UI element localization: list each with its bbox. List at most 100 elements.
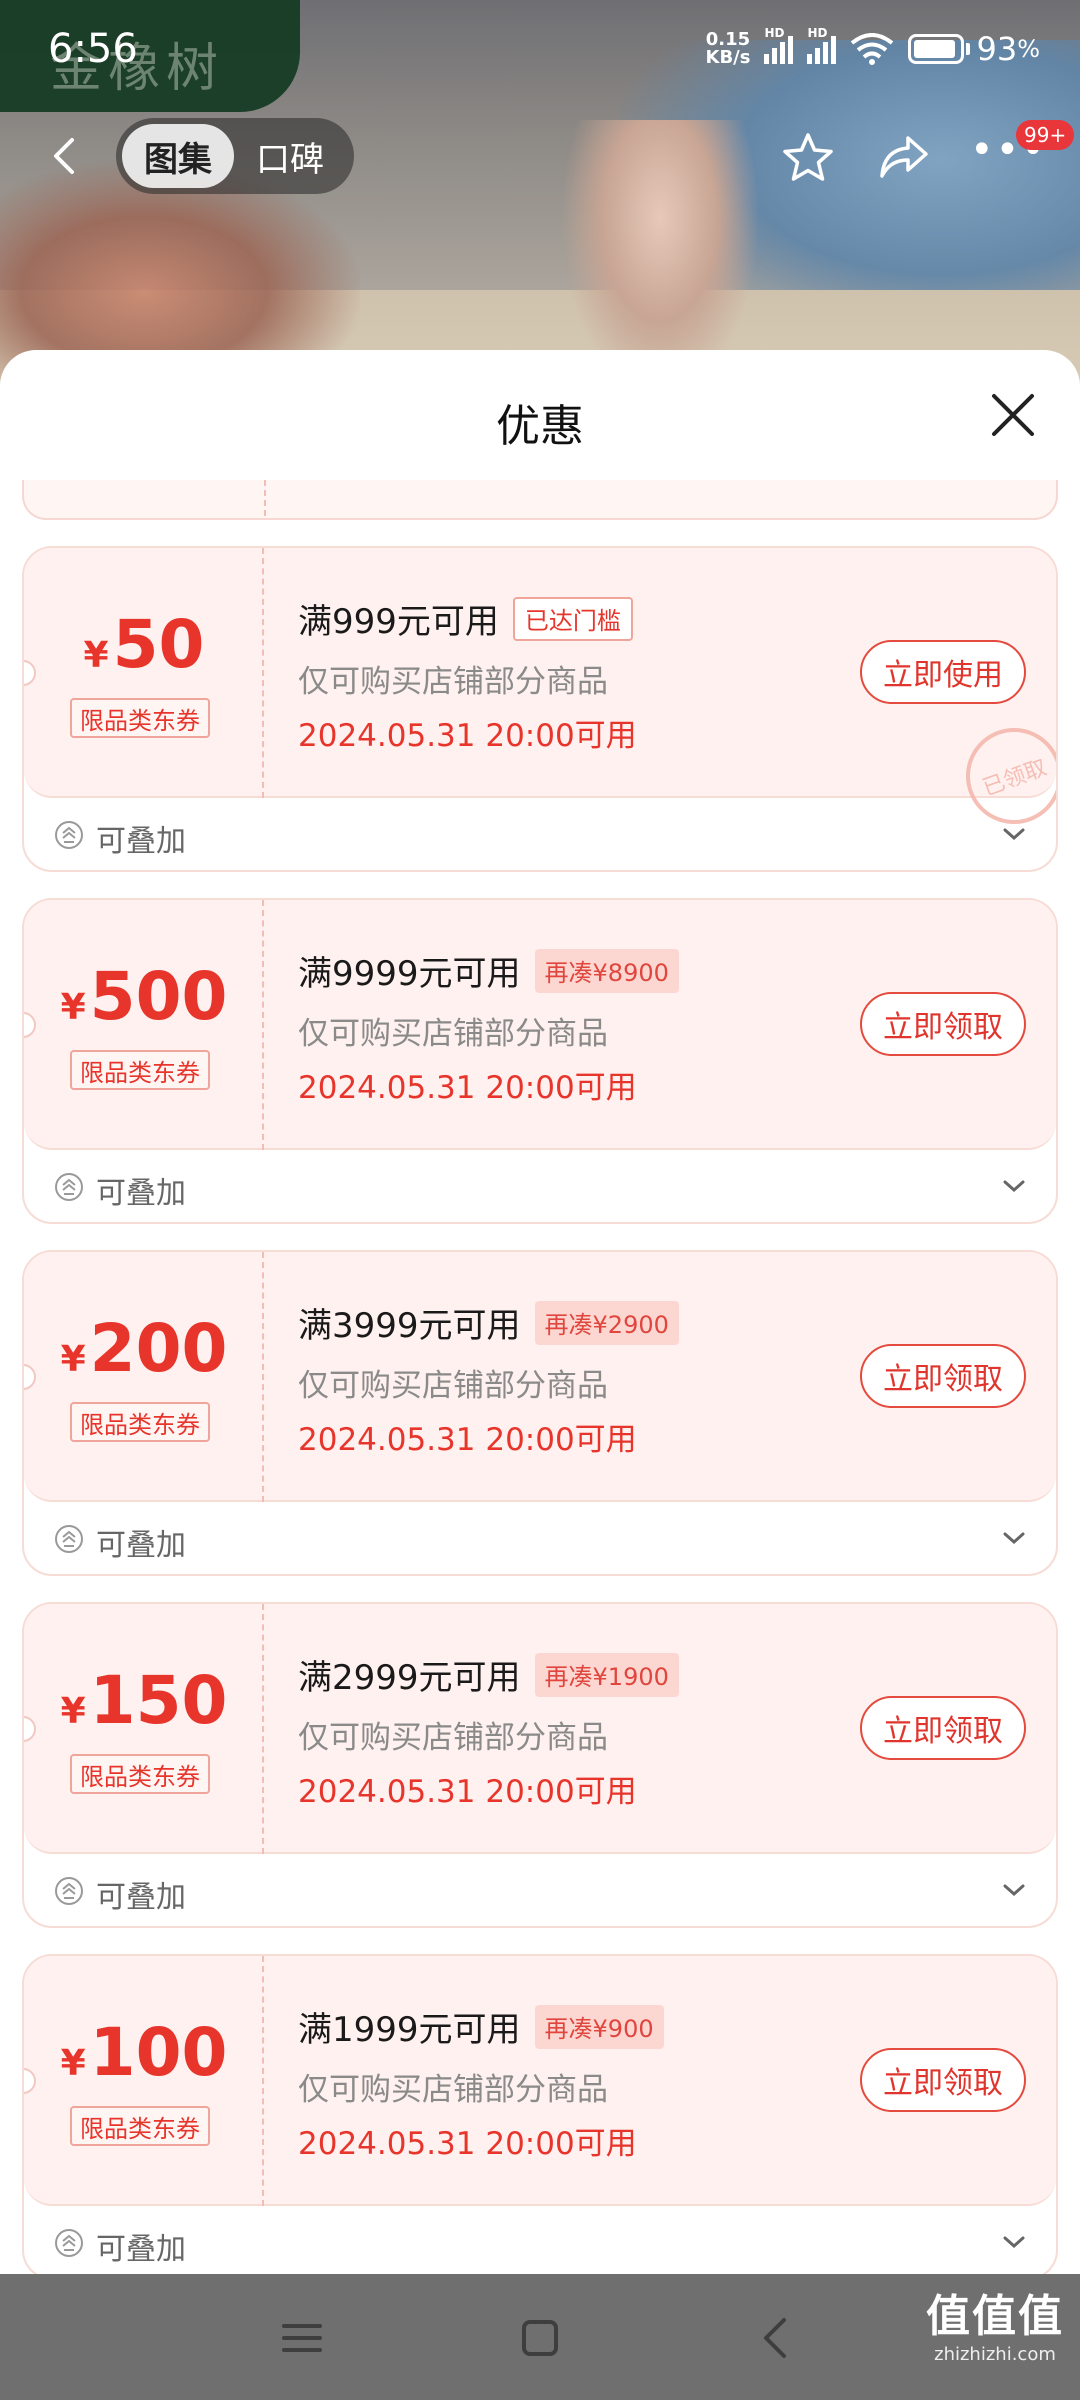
coupon-type-tag: 限品类东券 [70,1050,210,1090]
amount-value: 100 [89,2014,228,2091]
star-icon[interactable] [780,130,836,186]
claim-now-button[interactable]: 立即领取 [860,992,1026,1056]
coupon-amount: ¥150 [24,1662,264,1739]
stack-icon [55,1877,83,1905]
chevron-down-icon[interactable] [1002,1880,1026,1900]
chevron-down-icon[interactable] [1002,2232,1026,2252]
chevron-down-icon[interactable] [1002,824,1026,844]
battery-percent: 93 [976,30,1018,68]
menu-icon[interactable] [278,2314,326,2362]
stack-icon [55,1173,83,1201]
coupon-main: ¥100 限品类东券 满1999元可用 再凑¥900 仅可购买店铺部分商品 20… [24,1956,1056,2206]
stack-icon [55,1525,83,1553]
coupon-amount: ¥500 [24,958,264,1035]
stack-icon [55,2229,83,2257]
claim-now-button[interactable]: 立即领取 [860,1344,1026,1408]
coupon-description: 仅可购买店铺部分商品 [298,1720,608,1756]
signal-icon-2: HD [807,26,837,64]
system-back-icon[interactable] [752,2314,800,2362]
stack-label: 可叠加 [96,1880,186,1915]
claim-now-button[interactable]: 立即领取 [860,2048,1026,2112]
claim-now-button[interactable]: 立即领取 [860,1696,1026,1760]
tab-reviews[interactable]: 口碑 [234,124,346,188]
coupon-amount: ¥200 [24,1310,264,1387]
currency-symbol: ¥ [60,987,86,1028]
coupon-valid-time: 2024.05.31 20:00可用 [298,1422,637,1458]
tab-gallery[interactable]: 图集 [122,124,234,188]
coupon-card: ¥200 限品类东券 满3999元可用 再凑¥2900 仅可购买店铺部分商品 2… [22,1250,1058,1576]
coupon-description: 仅可购买店铺部分商品 [298,2072,608,2108]
chevron-down-icon[interactable] [1002,1176,1026,1196]
signal-icon: HD [764,26,794,64]
coupon-card-partial [22,480,1058,520]
system-nav-bar: 值值值 zhizhizhi.com [0,2274,1080,2400]
status-time: 6:56 [48,26,138,72]
coupon-type-tag: 限品类东券 [70,2106,210,2146]
share-icon[interactable] [876,132,932,184]
coupon-value-area: ¥100 限品类东券 [24,1956,264,2206]
use-now-button[interactable]: 立即使用 [860,640,1026,704]
back-icon[interactable] [44,134,88,178]
signal-hd-label-2: HD [807,26,828,40]
tab-switcher: 图集 口碑 [116,118,354,194]
stack-label: 可叠加 [96,1528,186,1563]
stack-icon [55,821,83,849]
sheet-title: 优惠 [496,401,584,452]
coupon-list: ¥50 限品类东券 满999元可用 已达门槛 仅可购买店铺部分商品 2024.0… [22,480,1058,2274]
coupon-footer[interactable]: 可叠加 [24,1854,1056,1926]
status-indicators: 0.15 KB/s HD HD 93 % [706,26,1041,68]
coupon-condition: 满1999元可用 再凑¥900 [298,2002,664,2051]
condition-text: 满2999元可用 [298,1658,521,1698]
coupon-main: ¥150 限品类东券 满2999元可用 再凑¥1900 仅可购买店铺部分商品 2… [24,1604,1056,1854]
coupon-amount: ¥50 [24,606,264,683]
coupon-footer[interactable]: 可叠加 [24,2206,1056,2274]
battery-icon: 93 % [908,30,1040,68]
condition-text: 满3999元可用 [298,1306,521,1346]
condition-tag: 再凑¥8900 [534,948,679,993]
coupon-type-tag: 限品类东券 [70,1402,210,1442]
coupon-main: ¥500 限品类东券 满9999元可用 再凑¥8900 仅可购买店铺部分商品 2… [24,900,1056,1150]
home-icon[interactable] [516,2314,564,2362]
amount-value: 500 [89,958,228,1035]
currency-symbol: ¥ [60,1691,86,1732]
coupon-value-area: ¥500 限品类东券 [24,900,264,1150]
coupon-condition: 满999元可用 已达门槛 [298,594,633,643]
coupon-valid-time: 2024.05.31 20:00可用 [298,718,637,754]
coupon-footer[interactable]: 可叠加 [24,1150,1056,1222]
condition-tag: 再凑¥1900 [534,1652,679,1697]
watermark-sub: zhizhizhi.com [934,2344,1056,2365]
coupon-description: 仅可购买店铺部分商品 [298,1368,608,1404]
currency-symbol: ¥ [60,1339,86,1380]
coupon-condition: 满2999元可用 再凑¥1900 [298,1650,679,1699]
close-icon[interactable] [988,390,1038,440]
coupon-type-tag: 限品类东券 [70,1754,210,1794]
coupon-main: ¥50 限品类东券 满999元可用 已达门槛 仅可购买店铺部分商品 2024.0… [24,548,1056,838]
wifi-icon [851,33,894,65]
sheet-header: 优惠 [0,350,1080,480]
coupon-condition: 满9999元可用 再凑¥8900 [298,946,679,995]
condition-tag: 再凑¥900 [534,2004,664,2049]
watermark-main: 值值值 [926,2291,1064,2342]
coupon-condition: 满3999元可用 再凑¥2900 [298,1298,679,1347]
status-bar: 6:56 0.15 KB/s HD HD 93 % [0,0,1080,100]
coupon-card: ¥500 限品类东券 满9999元可用 再凑¥8900 仅可购买店铺部分商品 2… [22,898,1058,1224]
coupon-description: 仅可购买店铺部分商品 [298,1016,608,1052]
coupon-card: ¥150 限品类东券 满2999元可用 再凑¥1900 仅可购买店铺部分商品 2… [22,1602,1058,1928]
condition-tag: 再凑¥2900 [534,1300,679,1345]
coupon-amount: ¥100 [24,2014,264,2091]
stack-label: 可叠加 [96,2232,186,2267]
stack-label: 可叠加 [96,824,186,859]
coupon-footer[interactable]: 可叠加 [24,798,1056,870]
notification-badge: 99+ [1016,120,1075,150]
chevron-down-icon[interactable] [1002,1528,1026,1548]
battery-percent-unit: % [1017,35,1040,63]
coupon-card: ¥100 限品类东券 满1999元可用 再凑¥900 仅可购买店铺部分商品 20… [22,1954,1058,2274]
signal-hd-label: HD [764,26,785,40]
coupon-card: ¥50 限品类东券 满999元可用 已达门槛 仅可购买店铺部分商品 2024.0… [22,546,1058,872]
condition-tag: 已达门槛 [512,596,633,641]
coupon-value-area: ¥50 限品类东券 [24,548,264,798]
amount-value: 50 [112,606,205,683]
condition-text: 满999元可用 [298,602,499,642]
amount-value: 150 [89,1662,228,1739]
coupon-footer[interactable]: 可叠加 [24,1502,1056,1574]
